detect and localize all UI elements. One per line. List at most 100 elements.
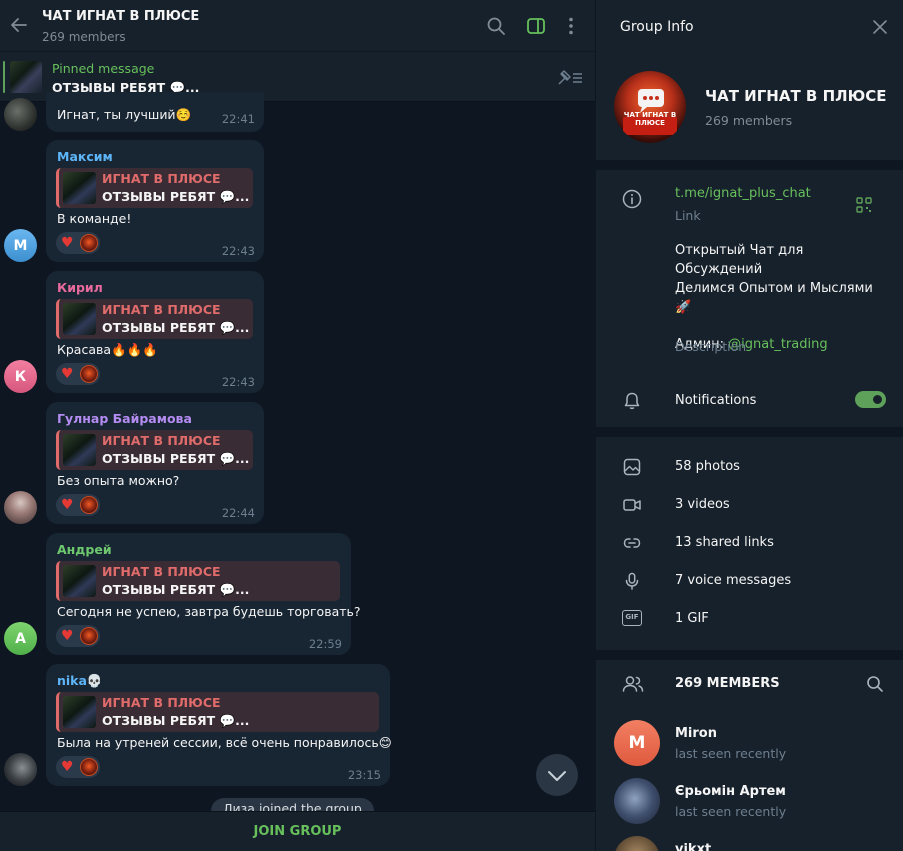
media-videos-link[interactable]: 3 videos (675, 497, 730, 512)
avatar[interactable] (4, 491, 37, 524)
gif-icon: GIF (622, 610, 642, 626)
reaction-chip[interactable]: ♥ (56, 625, 100, 647)
reply-title: ИГНАТ В ПЛЮСЕ (102, 433, 221, 448)
reaction-chip[interactable]: ♥ (56, 494, 100, 516)
reactor-avatar (80, 234, 98, 252)
avatar[interactable] (4, 98, 37, 131)
member-avatar[interactable] (614, 836, 660, 851)
chat-member-count: 269 members (42, 30, 126, 44)
pinned-indicator (3, 61, 5, 93)
reaction-chip[interactable]: ♥ (56, 232, 100, 254)
member-status: last seen recently (675, 804, 787, 819)
message-text: Без опыта можно? (57, 473, 180, 488)
media-links-link[interactable]: 13 shared links (675, 535, 774, 550)
scroll-down-button[interactable] (536, 754, 578, 796)
video-icon (623, 499, 641, 511)
message-time: 22:43 (221, 375, 255, 389)
message-author[interactable]: Гулнар Байрамова (57, 411, 192, 426)
message-text: Игнат, ты лучший☺️ (57, 107, 192, 122)
chat-pane: ЧАТ ИГНАТ В ПЛЮСЕ 269 members Pinned mes… (0, 0, 595, 851)
reactor-avatar (80, 627, 98, 645)
description-line: Открытый Чат для Обсуждений (675, 243, 804, 277)
description-line: Делимся Опытом и Мыслями (675, 281, 873, 296)
member-avatar[interactable]: M (614, 720, 660, 766)
message-bubble[interactable]: Игнат, ты лучший☺️ 22:41 (46, 92, 264, 132)
reply-preview[interactable]: ИГНАТ В ПЛЮСЕ ОТЗЫВЫ РЕБЯТ 💬... (56, 692, 379, 732)
media-photos-link[interactable]: 58 photos (675, 459, 740, 474)
reply-thumbnail (63, 696, 96, 728)
reactor-avatar (80, 365, 98, 383)
heart-icon: ♥ (61, 759, 74, 775)
reply-text: ОТЗЫВЫ РЕБЯТ 💬... (102, 189, 250, 204)
reactor-avatar (80, 496, 98, 514)
close-icon[interactable] (872, 19, 888, 35)
reply-thumbnail (63, 565, 96, 597)
group-name: ЧАТ ИГНАТ В ПЛЮСЕ (705, 87, 887, 105)
description-label: Description (675, 339, 747, 354)
heart-icon: ♥ (61, 366, 74, 382)
info-icon (622, 189, 642, 209)
message-bubble[interactable]: Андрей ИГНАТ В ПЛЮСЕ ОТЗЫВЫ РЕБЯТ 💬... С… (46, 533, 361, 655)
reply-preview[interactable]: ИГНАТ В ПЛЮСЕ ОТЗЫВЫ РЕБЯТ 💬... (56, 561, 340, 601)
search-icon[interactable] (485, 15, 507, 37)
chat-header: ЧАТ ИГНАТ В ПЛЮСЕ 269 members (0, 0, 595, 52)
message-text: Красава🔥🔥🔥 (57, 342, 158, 357)
reply-thumbnail (63, 172, 96, 204)
chat-bubble-logo-icon (623, 89, 677, 135)
more-options-icon[interactable] (560, 15, 582, 37)
invite-link[interactable]: t.me/ignat_plus_chat (675, 186, 811, 201)
group-avatar-caption: ЧАТ ИГНАТ В ПЛЮСЕ (623, 111, 677, 127)
reply-title: ИГНАТ В ПЛЮСЕ (102, 695, 221, 710)
message-time: 22:59 (308, 637, 342, 651)
media-gif-link[interactable]: 1 GIF (675, 611, 709, 626)
reply-text: ОТЗЫВЫ РЕБЯТ 💬... (102, 451, 250, 466)
reply-thumbnail (63, 434, 96, 466)
reply-title: ИГНАТ В ПЛЮСЕ (102, 564, 221, 579)
search-members-icon[interactable] (866, 675, 884, 693)
sidebar-toggle-icon[interactable] (525, 15, 547, 37)
members-icon (622, 676, 644, 692)
message-time: 22:41 (221, 112, 255, 126)
reply-thumbnail (63, 303, 96, 335)
reply-preview[interactable]: ИГНАТ В ПЛЮСЕ ОТЗЫВЫ РЕБЯТ 💬... (56, 168, 253, 208)
message-author[interactable]: Кирил (57, 280, 103, 295)
invite-link-label: Link (675, 208, 701, 223)
group-description: Открытый Чат для Обсуждений Делимся Опыт… (675, 241, 890, 354)
member-name[interactable]: vikxt (675, 842, 711, 851)
avatar[interactable]: К (4, 360, 37, 393)
message-bubble[interactable]: Максим ИГНАТ В ПЛЮСЕ ОТЗЫВЫ РЕБЯТ 💬... В… (46, 140, 264, 262)
qr-code-icon[interactable] (856, 197, 872, 213)
reply-preview[interactable]: ИГНАТ В ПЛЮСЕ ОТЗЫВЫ РЕБЯТ 💬... (56, 430, 253, 470)
avatar[interactable]: А (4, 622, 37, 655)
notifications-toggle[interactable] (855, 391, 886, 408)
message-author[interactable]: Андрей (57, 542, 112, 557)
message-author[interactable]: nika💀 (57, 673, 103, 689)
message-bubble[interactable]: Кирил ИГНАТ В ПЛЮСЕ ОТЗЫВЫ РЕБЯТ 💬... Кр… (46, 271, 264, 393)
reactor-avatar (80, 758, 98, 776)
section-divider (596, 160, 903, 170)
member-avatar[interactable] (614, 778, 660, 824)
link-icon (623, 538, 641, 548)
join-group-button[interactable]: JOIN GROUP (0, 811, 595, 851)
group-avatar[interactable]: ЧАТ ИГНАТ В ПЛЮСЕ (614, 71, 686, 143)
reply-title: ИГНАТ В ПЛЮСЕ (102, 171, 221, 186)
message-bubble[interactable]: nika💀 ИГНАТ В ПЛЮСЕ ОТЗЫВЫ РЕБЯТ 💬... Бы… (46, 664, 392, 786)
avatar[interactable]: М (4, 229, 37, 262)
back-arrow-icon[interactable] (6, 12, 32, 38)
members-header: 269 MEMBERS (675, 676, 780, 691)
message-bubble[interactable]: Гулнар Байрамова ИГНАТ В ПЛЮСЕ ОТЗЫВЫ РЕ… (46, 402, 264, 524)
pinned-list-icon[interactable] (556, 69, 584, 87)
media-voice-link[interactable]: 7 voice messages (675, 573, 791, 588)
member-name[interactable]: Єрьомін Артем (675, 784, 786, 799)
heart-icon: ♥ (61, 628, 74, 644)
member-status: last seen recently (675, 746, 787, 761)
avatar[interactable] (4, 753, 37, 786)
reaction-chip[interactable]: ♥ (56, 363, 100, 385)
message-time: 22:44 (221, 506, 255, 520)
chat-title[interactable]: ЧАТ ИГНАТ В ПЛЮСЕ (42, 9, 199, 24)
message-author[interactable]: Максим (57, 149, 113, 164)
member-name[interactable]: Miron (675, 726, 717, 741)
pinned-thumbnail (10, 61, 42, 93)
reaction-chip[interactable]: ♥ (56, 756, 100, 778)
reply-preview[interactable]: ИГНАТ В ПЛЮСЕ ОТЗЫВЫ РЕБЯТ 💬... (56, 299, 253, 339)
